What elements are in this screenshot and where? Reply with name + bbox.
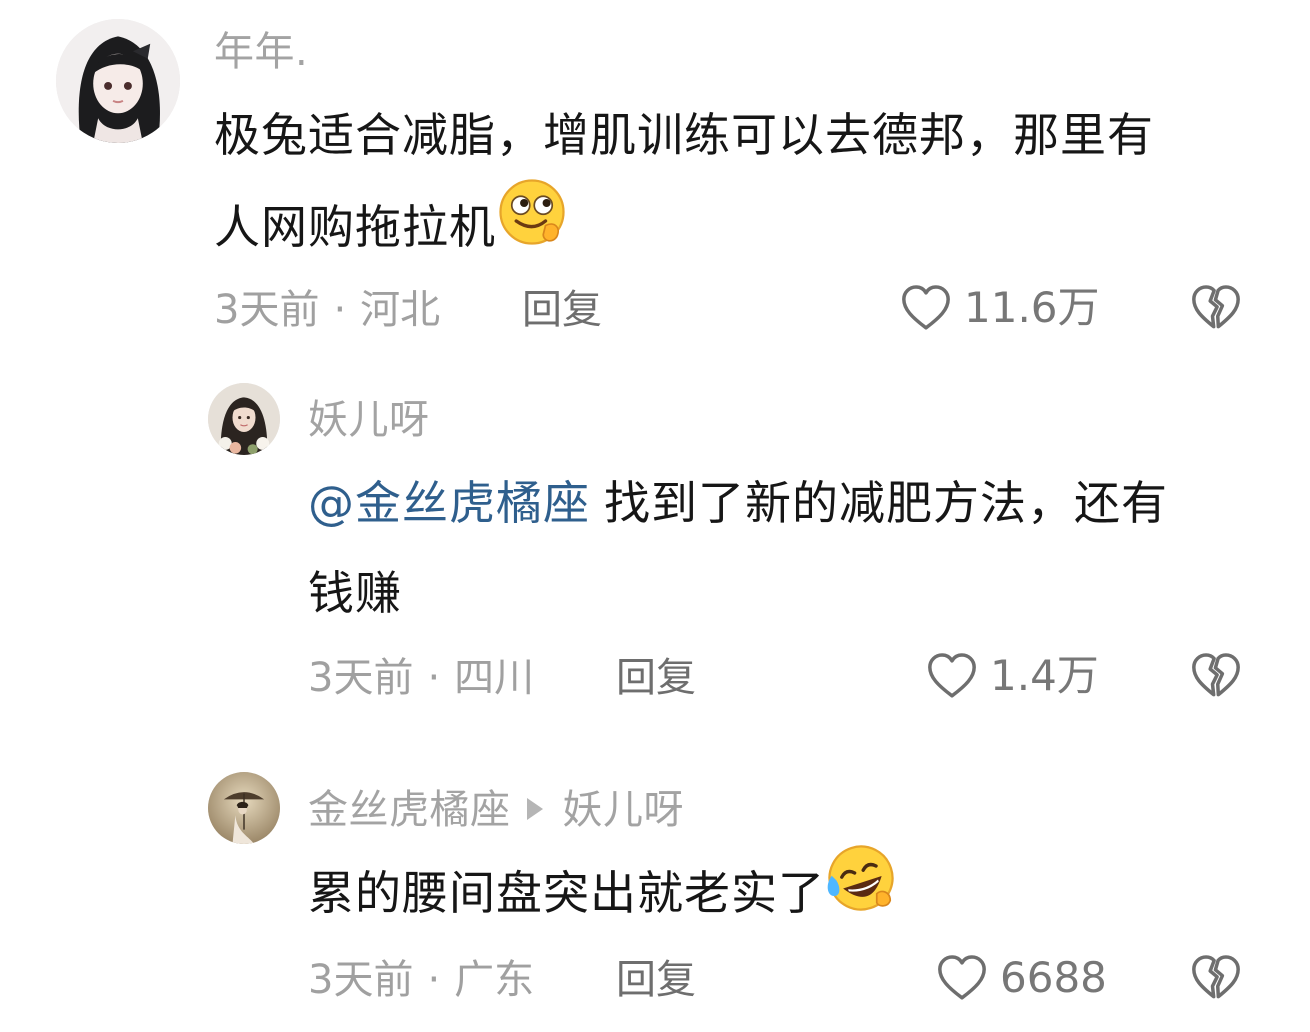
avatar[interactable] (208, 772, 280, 844)
mention-link[interactable]: @金丝虎橘座 (308, 476, 590, 530)
comment-text-line: 钱赚 (308, 566, 402, 620)
comment-text: 极兔适合减脂，增肌训练可以去德邦，那里有 人网购拖拉机 (214, 90, 1154, 281)
meta-separator: · (333, 287, 347, 333)
girl-dark-hair-avatar-image (56, 19, 180, 143)
reply-button[interactable]: 回复 (616, 654, 696, 702)
meta-separator: · (427, 957, 441, 1003)
broken-heart-icon (1192, 653, 1240, 697)
comment-time: 3天前 (308, 957, 414, 1003)
like-button[interactable]: 6688 (934, 950, 1107, 1006)
like-button[interactable]: 1.4万 (924, 648, 1099, 704)
comment-username[interactable]: 年年. (214, 28, 308, 76)
avatar[interactable] (56, 19, 180, 143)
avatar[interactable] (208, 383, 280, 455)
comment-text-line: 累的腰间盘突出就老实了 (308, 845, 897, 947)
reply-button[interactable]: 回复 (522, 286, 602, 334)
comment-text-fragment: 累的腰间盘突出就老实了 (308, 866, 825, 920)
comment-location: 广东 (454, 957, 535, 1003)
author-name[interactable]: 金丝虎橘座 (308, 787, 511, 833)
like-count: 11.6万 (964, 283, 1100, 332)
broken-heart-icon (1192, 285, 1240, 329)
like-count: 6688 (1000, 953, 1107, 1002)
broken-heart-icon (1192, 955, 1240, 999)
heart-icon (928, 653, 976, 698)
comment-time: 3天前 (214, 287, 320, 333)
dislike-button[interactable] (1188, 280, 1244, 340)
reply-button[interactable]: 回复 (616, 956, 696, 1004)
comment-username: 金丝虎橘座 妖儿呀 (308, 786, 684, 834)
thinking-smile-emoji-icon (496, 176, 568, 277)
heart-icon (938, 955, 986, 1000)
comment-text: @金丝虎橘座 找到了新的减肥方法，还有 钱赚 (308, 458, 1168, 638)
comment-text-line: 极兔适合减脂，增肌训练可以去德邦，那里有 (214, 108, 1154, 162)
dislike-button[interactable] (1188, 950, 1244, 1010)
heart-icon (902, 285, 950, 330)
comment-time: 3天前 (308, 655, 414, 701)
comment-text-line: @金丝虎橘座 找到了新的减肥方法，还有 (308, 458, 1168, 548)
girl-flowers-avatar-image (208, 383, 280, 455)
like-button[interactable]: 11.6万 (898, 280, 1100, 336)
comment-text-line: 人网购拖拉机 (214, 179, 1154, 281)
comment-meta: 3天前 · 河北 (214, 286, 440, 334)
comment-text: 累的腰间盘突出就老实了 (308, 845, 897, 947)
comment-text-fragment: 人网购拖拉机 (214, 200, 496, 254)
dislike-button[interactable] (1188, 648, 1244, 708)
comment-location: 四川 (454, 655, 535, 701)
reply-arrow-icon (526, 798, 543, 820)
comment-username[interactable]: 妖儿呀 (308, 396, 430, 444)
reply-target-name[interactable]: 妖儿呀 (563, 787, 685, 833)
rofl-emoji-icon (825, 842, 897, 943)
comment-meta: 3天前 · 广东 (308, 956, 534, 1004)
comment-location: 河北 (360, 287, 441, 333)
like-count: 1.4万 (990, 651, 1099, 700)
comment-text-fragment: 找到了新的减肥方法，还有 (604, 476, 1168, 530)
meta-separator: · (427, 655, 441, 701)
comment-meta: 3天前 · 四川 (308, 654, 534, 702)
umbrella-figure-avatar-image (208, 772, 280, 844)
